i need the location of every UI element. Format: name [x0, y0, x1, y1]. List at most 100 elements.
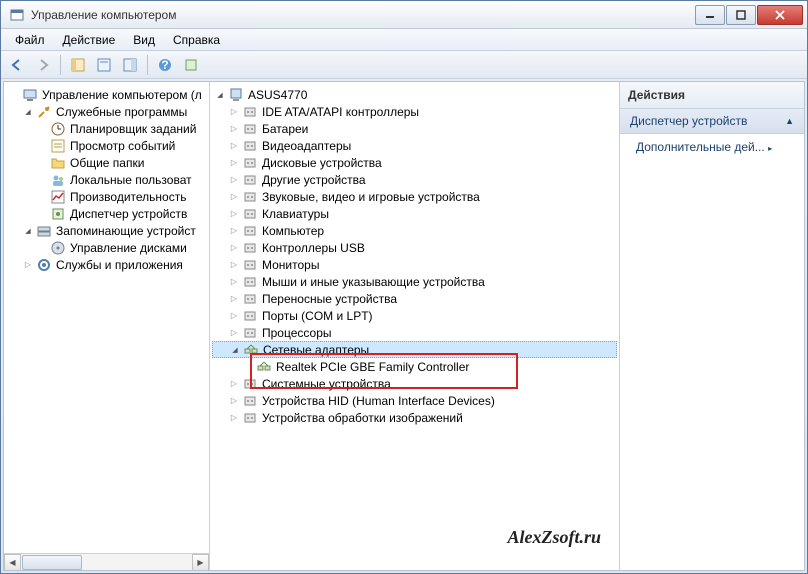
device-icon: [242, 206, 258, 222]
console-item[interactable]: Просмотр событий: [6, 137, 207, 154]
horizontal-scrollbar[interactable]: ◀ ▶: [4, 553, 209, 570]
device-tree-pane[interactable]: ASUS4770IDE ATA/ATAPI контроллерыБатареи…: [210, 82, 620, 570]
device-category[interactable]: Дисковые устройства: [212, 154, 617, 171]
expand-icon[interactable]: [228, 378, 240, 390]
console-item[interactable]: Общие папки: [6, 154, 207, 171]
menubar: Файл Действие Вид Справка: [1, 29, 807, 51]
expand-icon[interactable]: [228, 106, 240, 118]
tree-label: Системные устройства: [262, 377, 391, 391]
device-category[interactable]: Клавиатуры: [212, 205, 617, 222]
device-category[interactable]: Порты (COM и LPT): [212, 307, 617, 324]
menu-help[interactable]: Справка: [165, 31, 228, 49]
refresh-button[interactable]: [179, 53, 203, 77]
collapse-icon[interactable]: [214, 89, 226, 101]
device-category-network[interactable]: Сетевые адаптеры: [212, 341, 617, 358]
network-adapter-device[interactable]: Realtek PCIe GBE Family Controller: [212, 358, 617, 375]
properties-button[interactable]: [92, 53, 116, 77]
menu-action[interactable]: Действие: [55, 31, 124, 49]
device-category[interactable]: Устройства обработки изображений: [212, 409, 617, 426]
event-icon: [50, 138, 66, 154]
tree-label: Дисковые устройства: [262, 156, 382, 170]
device-icon: [242, 308, 258, 324]
tree-label: Видеоадаптеры: [262, 139, 351, 153]
device-category[interactable]: IDE ATA/ATAPI контроллеры: [212, 103, 617, 120]
console-group[interactable]: Службы и приложения: [6, 256, 207, 273]
device-category[interactable]: Мониторы: [212, 256, 617, 273]
actions-header: Действия: [620, 82, 804, 109]
toolbar: ?: [1, 51, 807, 79]
device-category[interactable]: Видеоадаптеры: [212, 137, 617, 154]
expand-icon[interactable]: [228, 259, 240, 271]
menu-file[interactable]: Файл: [7, 31, 53, 49]
action-pane-button[interactable]: [118, 53, 142, 77]
no-expander: [36, 191, 48, 203]
tree-label: ASUS4770: [248, 88, 307, 102]
no-expander: [36, 157, 48, 169]
maximize-button[interactable]: [726, 5, 756, 25]
forward-button[interactable]: [31, 53, 55, 77]
collapse-icon[interactable]: [22, 225, 34, 237]
device-icon: [242, 138, 258, 154]
console-tree-pane[interactable]: Управление компьютером (лСлужебные прогр…: [4, 82, 210, 570]
console-root[interactable]: Управление компьютером (л: [6, 86, 207, 103]
device-root[interactable]: ASUS4770: [212, 86, 617, 103]
expand-icon[interactable]: [228, 327, 240, 339]
expand-icon[interactable]: [228, 123, 240, 135]
device-icon: [242, 189, 258, 205]
expand-icon[interactable]: [228, 395, 240, 407]
users-icon: [50, 172, 66, 188]
minimize-button[interactable]: [695, 5, 725, 25]
menu-view[interactable]: Вид: [125, 31, 163, 49]
expand-icon[interactable]: [228, 225, 240, 237]
tree-label: Планировщик заданий: [70, 122, 196, 136]
expand-icon[interactable]: [228, 157, 240, 169]
collapse-icon[interactable]: [229, 344, 241, 356]
console-item[interactable]: Управление дисками: [6, 239, 207, 256]
device-category[interactable]: Батареи: [212, 120, 617, 137]
tree-label: Просмотр событий: [70, 139, 175, 153]
tree-label: Диспетчер устройств: [70, 207, 187, 221]
help-button[interactable]: ?: [153, 53, 177, 77]
device-icon: [242, 104, 258, 120]
expand-icon[interactable]: [228, 242, 240, 254]
device-category[interactable]: Контроллеры USB: [212, 239, 617, 256]
device-category[interactable]: Другие устройства: [212, 171, 617, 188]
console-group[interactable]: Служебные программы: [6, 103, 207, 120]
device-category[interactable]: Устройства HID (Human Interface Devices): [212, 392, 617, 409]
expand-icon[interactable]: [228, 412, 240, 424]
show-hide-tree-button[interactable]: [66, 53, 90, 77]
tree-label: Компьютер: [262, 224, 324, 238]
tree-label: Звуковые, видео и игровые устройства: [262, 190, 480, 204]
device-icon: [242, 291, 258, 307]
console-group[interactable]: Запоминающие устройст: [6, 222, 207, 239]
expand-icon[interactable]: [228, 191, 240, 203]
console-item[interactable]: Локальные пользоват: [6, 171, 207, 188]
device-icon: [242, 274, 258, 290]
tree-label: Переносные устройства: [262, 292, 397, 306]
expand-icon[interactable]: [228, 208, 240, 220]
network-icon: [256, 359, 272, 375]
console-item[interactable]: Планировщик заданий: [6, 120, 207, 137]
device-category[interactable]: Процессоры: [212, 324, 617, 341]
expand-icon[interactable]: [228, 293, 240, 305]
clock-icon: [50, 121, 66, 137]
expand-icon[interactable]: [228, 310, 240, 322]
device-category[interactable]: Переносные устройства: [212, 290, 617, 307]
device-category[interactable]: Звуковые, видео и игровые устройства: [212, 188, 617, 205]
console-item[interactable]: Производительность: [6, 188, 207, 205]
back-button[interactable]: [5, 53, 29, 77]
expand-icon[interactable]: [228, 174, 240, 186]
expand-icon[interactable]: [22, 259, 34, 271]
actions-section[interactable]: Диспетчер устройств ▲: [620, 109, 804, 134]
console-item[interactable]: Диспетчер устройств: [6, 205, 207, 222]
device-icon: [242, 257, 258, 273]
actions-more-link[interactable]: Дополнительные дей... ▸: [620, 134, 804, 160]
device-category[interactable]: Компьютер: [212, 222, 617, 239]
expand-icon[interactable]: [228, 140, 240, 152]
close-button[interactable]: [757, 5, 803, 25]
collapse-icon[interactable]: [22, 106, 34, 118]
expand-icon[interactable]: [228, 276, 240, 288]
device-icon: [242, 376, 258, 392]
device-category[interactable]: Системные устройства: [212, 375, 617, 392]
device-category[interactable]: Мыши и иные указывающие устройства: [212, 273, 617, 290]
